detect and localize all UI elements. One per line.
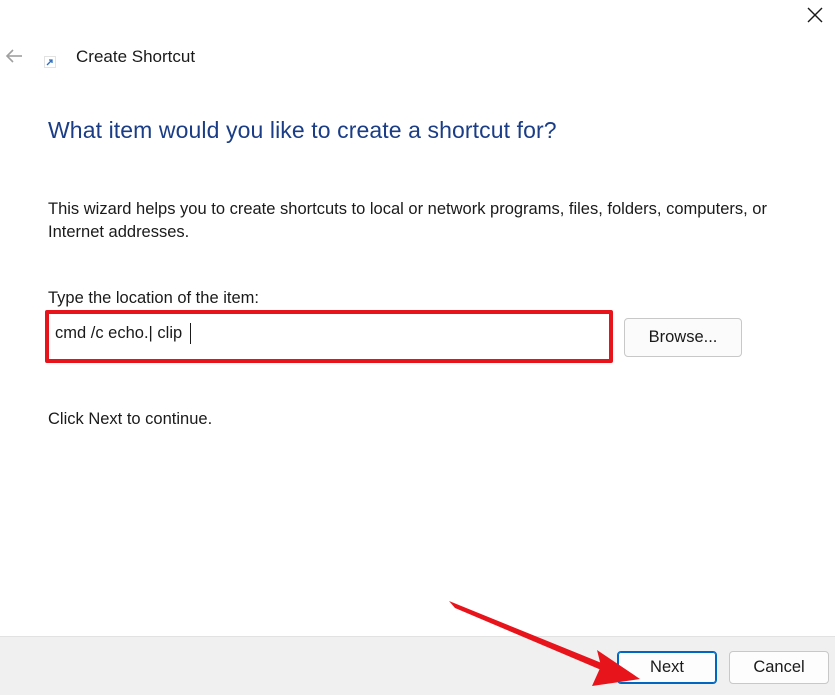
- browse-button[interactable]: Browse...: [624, 318, 742, 357]
- location-label: Type the location of the item:: [48, 289, 259, 307]
- window-title: Create Shortcut: [76, 47, 196, 66]
- shortcut-icon: [44, 56, 56, 68]
- back-arrow-icon: [5, 49, 22, 63]
- cancel-button[interactable]: Cancel: [729, 651, 829, 684]
- highlight-annotation-box: [45, 310, 613, 363]
- next-button[interactable]: Next: [617, 651, 717, 684]
- close-button[interactable]: [795, 0, 835, 30]
- continue-instruction: Click Next to continue.: [48, 410, 213, 428]
- wizard-description: This wizard helps you to create shortcut…: [48, 200, 767, 241]
- create-shortcut-window: Create Shortcut What item would you like…: [0, 0, 835, 695]
- close-icon: [807, 7, 823, 23]
- page-heading: What item would you like to create a sho…: [48, 117, 557, 143]
- back-button[interactable]: [2, 44, 26, 68]
